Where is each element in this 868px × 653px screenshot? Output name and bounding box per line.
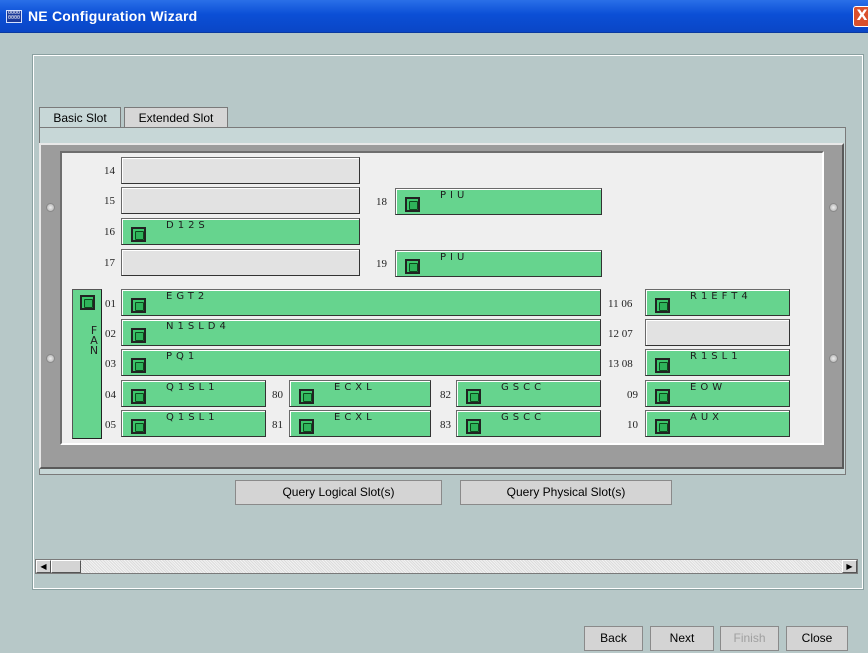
query-physical-slots-button[interactable]: Query Physical Slot(s) <box>460 480 672 505</box>
slot-80[interactable]: ECXL <box>289 380 431 407</box>
slot-number: 16 <box>104 226 115 238</box>
led-icon <box>299 419 314 434</box>
card-label: EGT2 <box>166 291 209 302</box>
card-label: PIU <box>440 190 469 201</box>
slot-number: 05 <box>105 419 116 431</box>
card-label: ECXL <box>334 412 376 423</box>
title-bar: 0000 0000 NE Configuration Wizard X <box>0 0 868 33</box>
card-label: Q1SL1 <box>166 412 219 423</box>
led-icon <box>131 389 146 404</box>
slot-number: 80 <box>272 389 283 401</box>
card-label: EOW <box>690 382 727 393</box>
slot-number: 14 <box>104 165 115 177</box>
led-icon <box>655 298 670 313</box>
slot-07[interactable] <box>645 319 790 346</box>
slot-number: 13 08 <box>608 358 633 370</box>
led-icon <box>131 298 146 313</box>
slot-19[interactable]: PIU <box>395 250 602 277</box>
back-button[interactable]: Back <box>584 626 643 651</box>
tab-basic-slot[interactable]: Basic Slot <box>39 107 121 128</box>
slot-number: 01 <box>105 298 116 310</box>
led-icon <box>655 389 670 404</box>
card-label: GSCC <box>501 382 546 393</box>
card-label: PIU <box>440 252 469 263</box>
slot-82[interactable]: GSCC <box>456 380 601 407</box>
scroll-thumb[interactable] <box>51 560 81 573</box>
card-label: PQ1 <box>166 351 199 362</box>
led-icon <box>466 389 481 404</box>
horizontal-scrollbar[interactable]: ◀ ▶ <box>35 559 858 574</box>
window-title: NE Configuration Wizard <box>28 8 198 24</box>
led-icon <box>131 328 146 343</box>
slot-number: 15 <box>104 195 115 207</box>
led-icon <box>80 295 95 310</box>
slot-number: 11 06 <box>608 298 633 310</box>
card-label: ECXL <box>334 382 376 393</box>
slot-number: 18 <box>376 196 387 208</box>
led-icon <box>655 358 670 373</box>
led-icon <box>131 358 146 373</box>
slot-number: 03 <box>105 358 116 370</box>
led-icon <box>299 389 314 404</box>
card-label: R1SL1 <box>690 351 742 362</box>
slot-17[interactable] <box>121 249 360 276</box>
slot-14[interactable] <box>121 157 360 184</box>
slot-number: 17 <box>104 257 115 269</box>
screw-icon <box>829 203 838 212</box>
slot-10[interactable]: AUX <box>645 410 790 437</box>
slot-number: 12 07 <box>608 328 633 340</box>
slot-number: 19 <box>376 258 387 270</box>
slot-number: 83 <box>440 419 451 431</box>
slot-03[interactable]: PQ1 <box>121 349 601 376</box>
fan-unit[interactable]: FAN <box>72 289 102 439</box>
slot-15[interactable] <box>121 187 360 214</box>
fan-label: FAN <box>89 324 99 357</box>
slot-81[interactable]: ECXL <box>289 410 431 437</box>
finish-button[interactable]: Finish <box>720 626 779 651</box>
slot-08[interactable]: R1SL1 <box>645 349 790 376</box>
slot-01[interactable]: EGT2 <box>121 289 601 316</box>
slot-number: 10 <box>627 419 638 431</box>
slot-number: 02 <box>105 328 116 340</box>
slot-06[interactable]: R1EFT4 <box>645 289 790 316</box>
slot-number: 81 <box>272 419 283 431</box>
card-label: AUX <box>690 412 724 423</box>
card-label: N1SLD4 <box>166 321 230 332</box>
slot-number: 82 <box>440 389 451 401</box>
tab-extended-slot[interactable]: Extended Slot <box>124 107 228 127</box>
slot-05[interactable]: Q1SL1 <box>121 410 266 437</box>
window-close-button[interactable]: X <box>853 6 868 27</box>
led-icon <box>405 259 420 274</box>
slot-number: 09 <box>627 389 638 401</box>
scroll-right-icon[interactable]: ▶ <box>842 560 857 573</box>
slot-16[interactable]: D12S <box>121 218 360 245</box>
screw-icon <box>46 354 55 363</box>
led-icon <box>131 419 146 434</box>
led-icon <box>131 227 146 242</box>
card-label: Q1SL1 <box>166 382 219 393</box>
led-icon <box>655 419 670 434</box>
screw-icon <box>46 203 55 212</box>
app-icon: 0000 0000 <box>6 10 22 23</box>
slot-04[interactable]: Q1SL1 <box>121 380 266 407</box>
slot-09[interactable]: EOW <box>645 380 790 407</box>
next-button[interactable]: Next <box>650 626 714 651</box>
led-icon <box>466 419 481 434</box>
scroll-left-icon[interactable]: ◀ <box>36 560 51 573</box>
led-icon <box>405 197 420 212</box>
card-label: GSCC <box>501 412 546 423</box>
slot-number: 04 <box>105 389 116 401</box>
card-label: D12S <box>166 220 209 231</box>
query-logical-slots-button[interactable]: Query Logical Slot(s) <box>235 480 442 505</box>
close-button[interactable]: Close <box>786 626 848 651</box>
screw-icon <box>829 354 838 363</box>
slot-02[interactable]: N1SLD4 <box>121 319 601 346</box>
slot-83[interactable]: GSCC <box>456 410 601 437</box>
slot-18[interactable]: PIU <box>395 188 602 215</box>
card-label: R1EFT4 <box>690 291 752 302</box>
